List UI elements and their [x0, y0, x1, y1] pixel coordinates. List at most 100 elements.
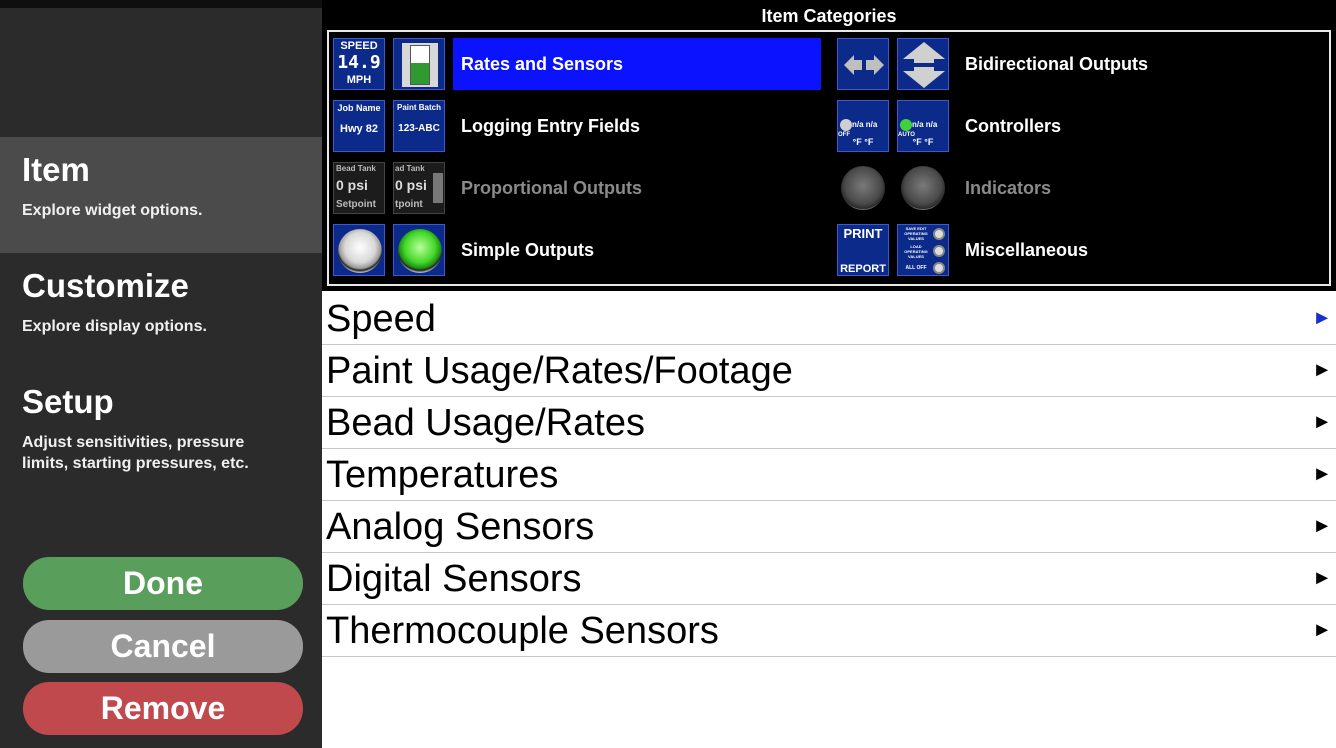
output-on-icon: [393, 224, 445, 276]
job-name-caption: Job Name: [337, 103, 381, 113]
controller-value: n/a n/a: [912, 120, 938, 129]
list-item-label: Thermocouple Sensors: [326, 609, 719, 652]
misc-load: LOAD OPERATING VALUES: [904, 244, 928, 259]
controller-auto-icon: n/a n/a AUTO °F °F: [897, 100, 949, 152]
category-label: Controllers: [965, 115, 1062, 136]
chevron-right-icon: ►: [1312, 359, 1332, 381]
nav-setup-title: Setup: [22, 383, 114, 420]
chevron-right-icon: ►: [1312, 411, 1332, 433]
list-item-paint-usage[interactable]: Paint Usage/Rates/Footage ►: [322, 345, 1336, 397]
print-label: PRINT: [843, 226, 883, 241]
nav-setup[interactable]: Setup Adjust sensitivities, pressure lim…: [0, 369, 322, 499]
chevron-right-icon: ►: [1312, 307, 1332, 329]
list-item-thermocouple-sensors[interactable]: Thermocouple Sensors ►: [322, 605, 1336, 657]
controller-units: °F °F: [852, 137, 874, 147]
main-panel: Item Categories SPEED 14.9 MPH Rates and…: [322, 0, 1336, 748]
misc-all-off: ALL OFF: [905, 265, 927, 271]
chevron-right-icon: ►: [1312, 463, 1332, 485]
list-item-label: Analog Sensors: [326, 505, 595, 548]
print-report-icon: PRINT REPORT: [837, 224, 889, 276]
paint-batch-caption: Paint Batch: [396, 103, 441, 112]
category-controllers[interactable]: n/a n/a OFF °F °F n/a n/a AUTO °F °F Con…: [837, 98, 1327, 154]
chevron-right-icon: ►: [1312, 567, 1332, 589]
output-off-icon: [333, 224, 385, 276]
operating-values-icon: SAVE EDIT OPERATING VALUES LOAD OPERATIN…: [897, 224, 949, 276]
category-label: Proportional Outputs: [461, 177, 642, 198]
category-label-wrap: Miscellaneous: [957, 224, 1088, 276]
category-rates-and-sensors[interactable]: SPEED 14.9 MPH Rates and Sensors: [333, 36, 821, 92]
sidebar-top-band: [0, 0, 322, 8]
nav-item-title: Item: [22, 151, 90, 188]
remove-button[interactable]: Remove: [23, 682, 303, 735]
category-label: Indicators: [965, 177, 1052, 198]
indicator-off-icon: [897, 162, 949, 214]
cancel-button[interactable]: Cancel: [23, 620, 303, 673]
category-label-wrap: Controllers: [957, 100, 1061, 152]
chevron-right-icon: ►: [1312, 619, 1332, 641]
category-label: Bidirectional Outputs: [965, 53, 1149, 74]
category-label-wrap: Rates and Sensors: [453, 38, 821, 90]
category-label: Simple Outputs: [461, 239, 595, 260]
nav-setup-description: Adjust sensitivities, pressure limits, s…: [22, 434, 249, 472]
paint-batch-field-icon: Paint Batch 123-ABC: [393, 100, 445, 152]
categories-grid: SPEED 14.9 MPH Rates and Sensors Bidirec…: [327, 30, 1331, 286]
list-item-bead-usage[interactable]: Bead Usage/Rates ►: [322, 397, 1336, 449]
bead-tank-caption: Bead Tank: [336, 164, 376, 173]
categories-title: Item Categories: [761, 6, 897, 26]
bead-tank-stepper-icon: ad Tank 0 psi tpoint: [393, 162, 445, 214]
category-label-wrap: Indicators: [957, 162, 1051, 214]
list-item-label: Paint Usage/Rates/Footage: [326, 349, 793, 392]
category-proportional-outputs[interactable]: Bead Tank 0 psi Setpoint ad Tank 0 psi t…: [333, 160, 821, 216]
controller-off-icon: n/a n/a OFF °F °F: [837, 100, 889, 152]
list-item-analog-sensors[interactable]: Analog Sensors ►: [322, 501, 1336, 553]
category-label: Logging Entry Fields: [461, 115, 640, 136]
nav-customize-description: Explore display options.: [22, 318, 207, 335]
category-label: Miscellaneous: [965, 239, 1089, 260]
bead-tank-value: 0 psi: [336, 177, 368, 193]
category-label-wrap: Simple Outputs: [453, 224, 594, 276]
done-button[interactable]: Done: [23, 557, 303, 610]
sidebar: Item Explore widget options. Customize E…: [0, 0, 322, 748]
speed-unit: MPH: [346, 74, 372, 86]
category-label-wrap: Proportional Outputs: [453, 162, 642, 214]
chevron-right-icon: ►: [1312, 515, 1332, 537]
setpoint-caption: Setpoint: [336, 199, 376, 210]
controller-units: °F °F: [912, 137, 934, 147]
list-item-speed[interactable]: Speed ►: [322, 293, 1336, 345]
level-bar-icon: [393, 38, 445, 90]
misc-save-edit: SAVE EDIT OPERATING VALUES: [904, 226, 928, 241]
report-label: REPORT: [840, 263, 886, 275]
job-name-value: Hwy 82: [340, 123, 378, 135]
up-down-arrows-icon: [897, 38, 949, 90]
category-logging-entry-fields[interactable]: Job Name Hwy 82 Paint Batch 123-ABC Logg…: [333, 98, 821, 154]
category-label: Rates and Sensors: [461, 53, 624, 74]
category-simple-outputs[interactable]: Simple Outputs: [333, 222, 821, 278]
speed-caption: SPEED: [340, 40, 378, 52]
nav-item-description: Explore widget options.: [22, 202, 203, 219]
nav-item[interactable]: Item Explore widget options.: [0, 137, 322, 253]
bead-tank-caption-cut: ad Tank: [395, 164, 425, 173]
indicator-off-icon: [837, 162, 889, 214]
category-label-wrap: Logging Entry Fields: [453, 100, 640, 152]
nav-customize[interactable]: Customize Explore display options.: [0, 253, 322, 369]
list-item-temperatures[interactable]: Temperatures ►: [322, 449, 1336, 501]
list-item-label: Bead Usage/Rates: [326, 401, 645, 444]
category-label-wrap: Bidirectional Outputs: [957, 38, 1148, 90]
list-item-label: Temperatures: [326, 453, 559, 496]
bead-tank-field-icon: Bead Tank 0 psi Setpoint: [333, 162, 385, 214]
speed-value: 14.9: [337, 52, 381, 73]
list-item-label: Speed: [326, 297, 436, 340]
job-name-field-icon: Job Name Hwy 82: [333, 100, 385, 152]
left-right-arrows-icon: [837, 38, 889, 90]
paint-batch-value: 123-ABC: [398, 123, 440, 134]
item-list: Speed ► Paint Usage/Rates/Footage ► Bead…: [322, 293, 1336, 657]
list-item-digital-sensors[interactable]: Digital Sensors ►: [322, 553, 1336, 605]
nav-customize-title: Customize: [22, 267, 189, 304]
list-item-label: Digital Sensors: [326, 557, 582, 600]
speed-gauge-icon: SPEED 14.9 MPH: [333, 38, 385, 90]
item-categories-panel: Item Categories SPEED 14.9 MPH Rates and…: [322, 0, 1336, 291]
controller-value: n/a n/a: [852, 120, 878, 129]
category-miscellaneous[interactable]: PRINT REPORT SAVE EDIT OPERATING VALUES …: [837, 222, 1327, 278]
category-indicators[interactable]: Indicators: [837, 160, 1327, 216]
category-bidirectional-outputs[interactable]: Bidirectional Outputs: [837, 36, 1327, 92]
